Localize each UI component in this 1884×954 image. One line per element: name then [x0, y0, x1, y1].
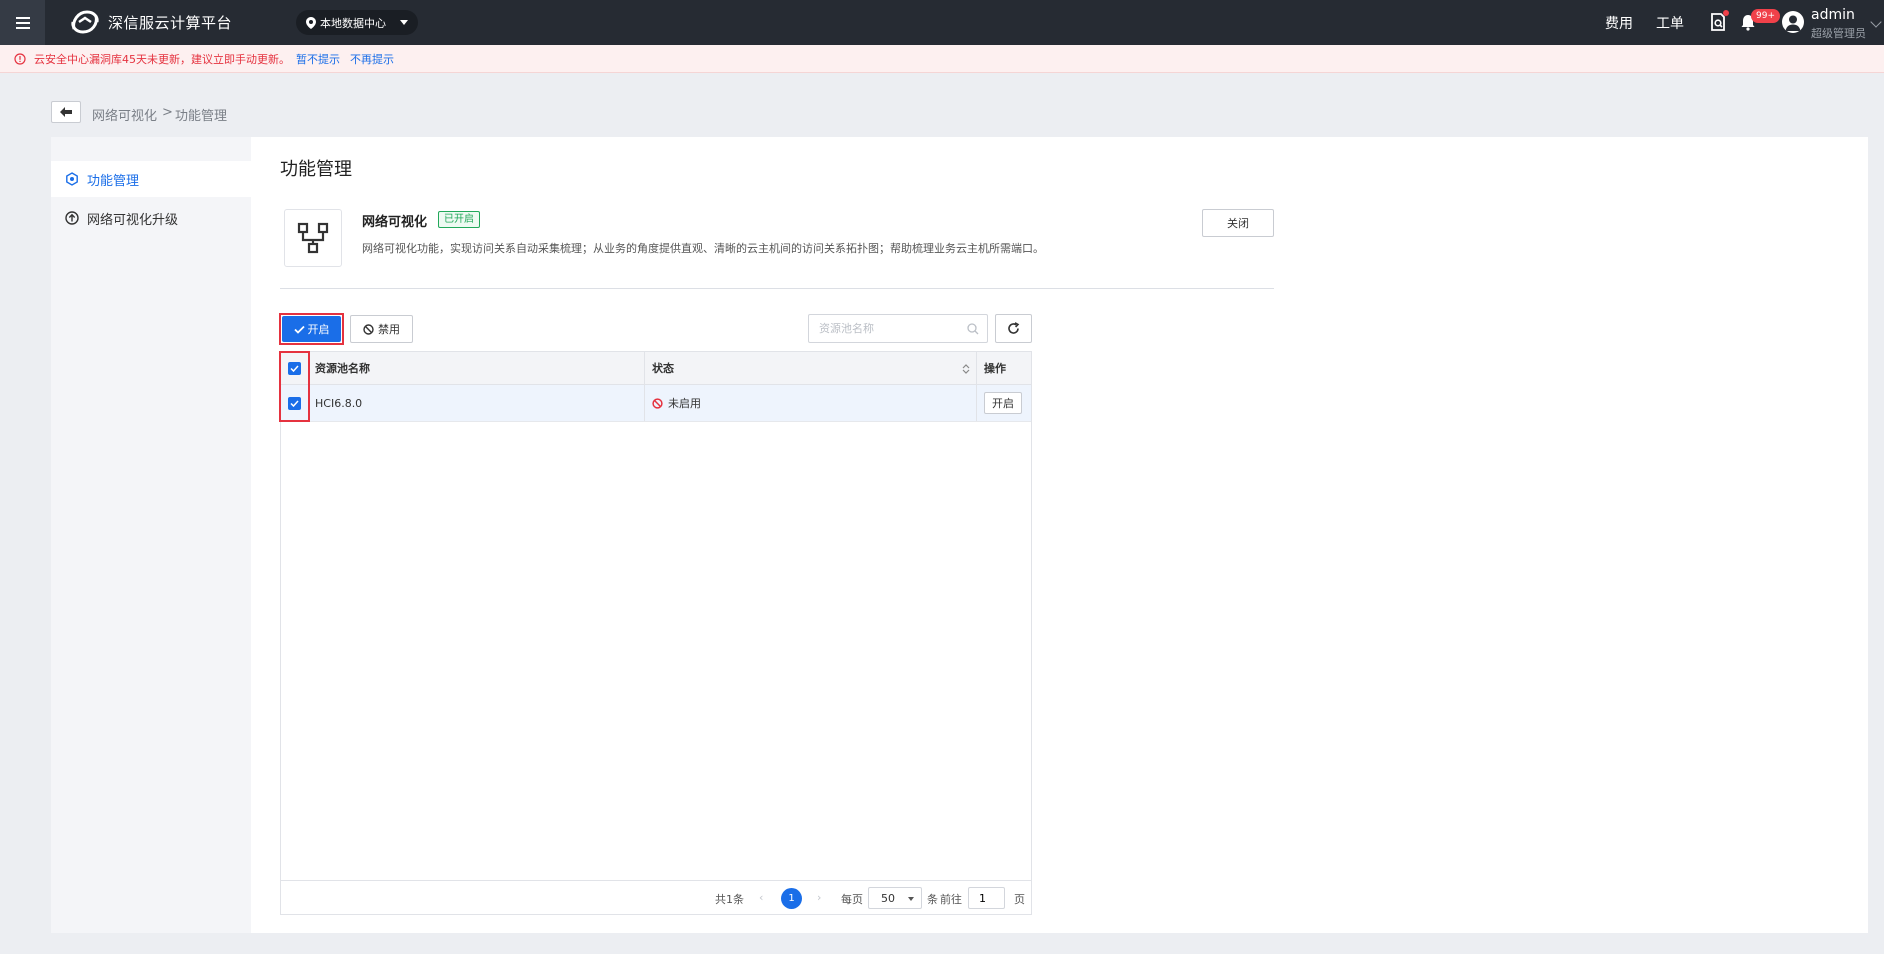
row-enable-button[interactable]: 开启 [984, 392, 1022, 414]
column-divider [644, 385, 645, 421]
resource-pool-table: 资源池名称 状态 操作 HCI6.8.0 未启用 开启 共1条 ‹ 1 › 每页… [280, 351, 1032, 915]
back-button[interactable] [51, 101, 81, 123]
user-name[interactable]: admin [1811, 7, 1855, 23]
column-header-action: 操作 [984, 362, 1006, 375]
menu-toggle-button[interactable] [0, 0, 45, 45]
per-page-unit: 条 [927, 893, 938, 906]
chevron-down-icon [908, 897, 914, 901]
page-unit: 页 [1014, 893, 1025, 906]
task-alert-dot [1723, 10, 1729, 16]
sidebar: 功能管理 网络可视化升级 [51, 137, 251, 933]
page-size-value: 50 [881, 891, 895, 905]
per-page-label: 每页 [841, 893, 863, 906]
top-bar: 深信服云计算平台 本地数据中心 费用 工单 99+ admin 超级管理员 [0, 0, 1884, 45]
total-count: 共1条 [715, 893, 744, 906]
table-row[interactable]: HCI6.8.0 未启用 开启 [281, 385, 1031, 422]
highlight-box [279, 313, 344, 345]
notification-badge: 99+ [1751, 9, 1780, 23]
search-icon[interactable] [967, 323, 979, 335]
feature-name: 网络可视化 [362, 215, 428, 230]
upgrade-circle-icon [65, 211, 79, 225]
table-header: 资源池名称 状态 操作 [281, 352, 1031, 385]
row-name: HCI6.8.0 [315, 396, 363, 410]
dismiss-forever-link[interactable]: 不再提示 [350, 51, 394, 67]
disable-button-label: 禁用 [378, 323, 400, 336]
sort-icon[interactable] [962, 363, 970, 375]
user-icon [1785, 15, 1801, 31]
datacenter-select[interactable]: 本地数据中心 [296, 10, 418, 35]
page-title: 功能管理 [280, 159, 352, 180]
sangfor-logo-icon [71, 10, 99, 34]
update-alert-banner: 云安全中心漏洞库45天未更新，建议立即手动更新。 暂不提示 不再提示 [0, 45, 1884, 73]
status-badge: 已开启 [438, 211, 480, 228]
page-number-1[interactable]: 1 [781, 888, 802, 909]
column-divider [644, 352, 645, 384]
chevron-down-icon [400, 20, 408, 25]
datacenter-label: 本地数据中心 [320, 16, 386, 30]
platform-logo[interactable]: 深信服云计算平台 [70, 9, 232, 35]
user-role: 超级管理员 [1811, 27, 1866, 40]
warning-circle-icon [14, 52, 26, 65]
search-input[interactable] [809, 315, 987, 342]
prev-page-icon[interactable]: ‹ [759, 891, 763, 904]
row-status: 未启用 [652, 385, 701, 421]
sidebar-item-network-upgrade[interactable]: 网络可视化升级 [51, 200, 251, 236]
ticket-link[interactable]: 工单 [1656, 13, 1684, 33]
feature-description: 网络可视化功能，实现访问关系自动采集梳理；从业务的角度提供直观、清晰的云主机间的… [362, 242, 1044, 255]
sidebar-item-feature-management[interactable]: 功能管理 [51, 161, 251, 197]
column-header-status: 状态 [652, 362, 674, 375]
breadcrumb-current: 功能管理 [175, 109, 228, 124]
dismiss-later-link[interactable]: 暂不提示 [296, 51, 340, 67]
feature-logo-card [284, 209, 342, 267]
sidebar-item-label: 功能管理 [87, 173, 140, 189]
settings-hex-icon [66, 172, 78, 186]
hamburger-icon [15, 16, 30, 29]
avatar[interactable] [1782, 11, 1804, 33]
goto-page-input[interactable] [968, 887, 1005, 909]
breadcrumb-separator: > [162, 105, 173, 120]
breadcrumb-network-visualization[interactable]: 网络可视化 [92, 105, 157, 124]
column-divider [976, 385, 977, 421]
disable-button[interactable]: 禁用 [350, 315, 413, 343]
refresh-icon [1008, 322, 1020, 334]
disabled-status-icon [652, 397, 663, 409]
next-page-icon[interactable]: › [817, 891, 821, 904]
close-feature-button[interactable]: 关闭 [1202, 209, 1274, 237]
column-divider [976, 352, 977, 384]
alert-message: 云安全中心漏洞库45天未更新，建议立即手动更新。 [34, 52, 290, 66]
platform-name: 深信服云计算平台 [108, 13, 233, 32]
column-header-name: 资源池名称 [315, 362, 370, 375]
location-pin-icon [306, 16, 316, 29]
search-box [808, 314, 988, 343]
network-topology-icon [297, 222, 329, 254]
main-panel: 功能管理 网络可视化 已开启 网络可视化功能，实现访问关系自动采集梳理；从业务的… [251, 137, 1868, 933]
page-size-select[interactable]: 50 [868, 887, 922, 909]
arrow-left-icon [60, 107, 72, 117]
sidebar-item-label: 网络可视化升级 [87, 212, 179, 228]
chevron-down-icon[interactable] [1870, 16, 1882, 28]
pagination: 共1条 ‹ 1 › 每页 50 条 前往 页 [281, 880, 1031, 914]
ban-icon [363, 323, 374, 335]
row-status-text: 未启用 [668, 397, 701, 410]
refresh-button[interactable] [995, 314, 1032, 343]
goto-label: 前往 [940, 893, 962, 906]
billing-link[interactable]: 费用 [1605, 13, 1633, 33]
highlight-box [279, 351, 310, 422]
divider [280, 288, 1274, 289]
